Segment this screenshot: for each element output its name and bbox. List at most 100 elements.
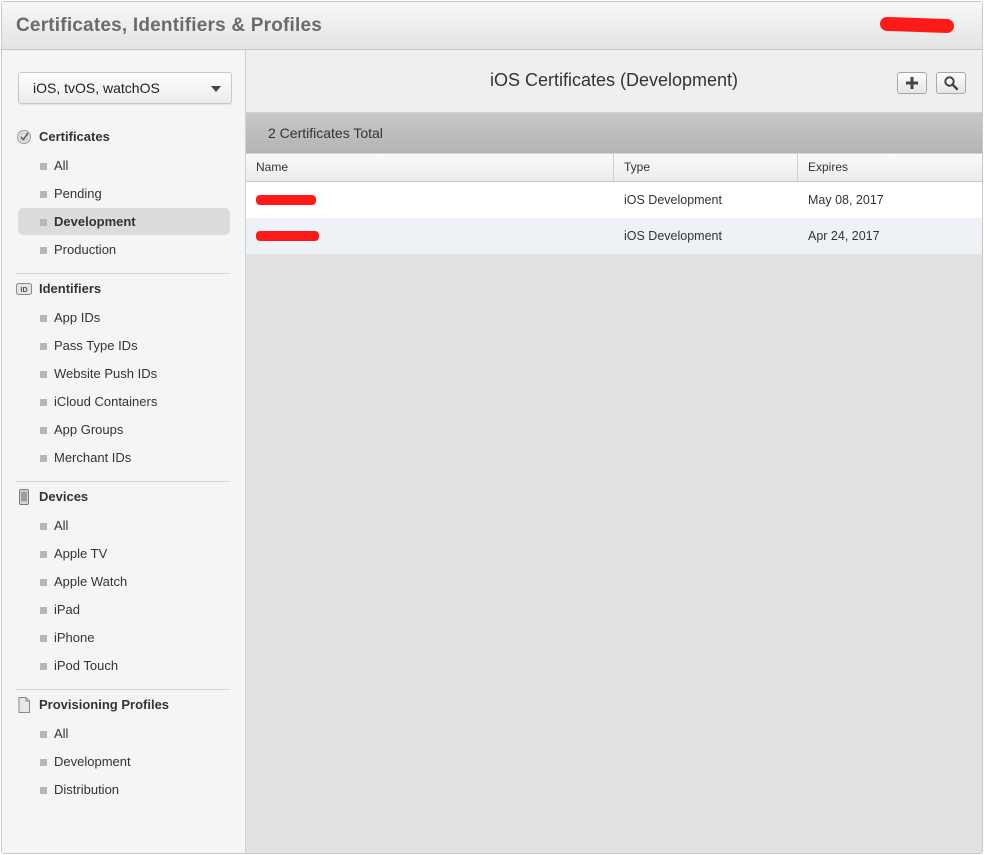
bullet <box>40 219 47 226</box>
sidebar-item-profiles-distribution[interactable]: Distribution <box>18 776 230 803</box>
sidebar-item-label: iPod Touch <box>54 658 119 673</box>
cell-expires: May 08, 2017 <box>808 193 884 207</box>
content-title: iOS Certificates (Development) <box>489 70 739 90</box>
redacted-name <box>256 195 316 205</box>
sidebar-item-ipod-touch[interactable]: iPod Touch <box>18 652 230 679</box>
chevron-down-icon <box>211 86 221 92</box>
redacted-name <box>256 231 319 241</box>
bullet <box>40 163 47 170</box>
sidebar-item-apple-tv[interactable]: Apple TV <box>18 540 230 567</box>
bullet <box>40 247 47 254</box>
sidebar-item-certificates-production[interactable]: Production <box>18 236 230 263</box>
cell-name <box>246 182 614 218</box>
summary-bar: 2 Certificates Total <box>246 113 982 153</box>
sidebar-item-label: All <box>54 158 69 173</box>
sidebar-item-label: Pass Type IDs <box>54 338 138 353</box>
bullet <box>40 191 47 198</box>
device-icon <box>19 489 29 505</box>
table-row[interactable]: iOS Development Apr 24, 2017 <box>246 218 982 254</box>
divider <box>16 481 230 482</box>
bullet <box>40 635 47 642</box>
sidebar-item-ipad[interactable]: iPad <box>18 596 230 623</box>
sidebar-item-certificates-development[interactable]: Development <box>18 208 230 235</box>
certificates-table: Name Type Expires iOS Development May 08… <box>246 153 982 254</box>
sidebar-item-app-groups[interactable]: App Groups <box>18 416 230 443</box>
page-header: Certificates, Identifiers & Profiles <box>2 2 982 50</box>
table-header: Name Type Expires <box>246 153 982 182</box>
id-badge-icon: ID <box>16 283 32 295</box>
sidebar-item-pass-type-ids[interactable]: Pass Type IDs <box>18 332 230 359</box>
search-icon <box>944 76 959 91</box>
bullet <box>40 371 47 378</box>
sidebar-item-apple-watch[interactable]: Apple Watch <box>18 568 230 595</box>
platform-select[interactable]: iOS, tvOS, watchOS <box>18 72 232 104</box>
sidebar-item-label: Development <box>54 214 136 229</box>
bullet <box>40 731 47 738</box>
section-title: Identifiers <box>39 281 102 296</box>
sidebar-item-label: Merchant IDs <box>54 450 132 465</box>
portal-window: Certificates, Identifiers & Profiles iOS… <box>1 1 983 854</box>
sidebar-item-icloud-containers[interactable]: iCloud Containers <box>18 388 230 415</box>
bullet <box>40 663 47 670</box>
sidebar-item-app-ids[interactable]: App IDs <box>18 304 230 331</box>
bullet <box>40 607 47 614</box>
sidebar-item-label: Production <box>54 242 117 257</box>
section-title: Certificates <box>39 129 110 144</box>
platform-select-value: iOS, tvOS, watchOS <box>33 80 160 96</box>
sidebar-item-label: App Groups <box>54 422 124 437</box>
bullet <box>40 579 47 586</box>
page-title: Certificates, Identifiers & Profiles <box>16 15 323 36</box>
column-header-expires[interactable]: Expires <box>798 154 982 181</box>
redacted-account-name <box>879 16 955 34</box>
document-icon <box>18 697 30 713</box>
sidebar-item-profiles-development[interactable]: Development <box>18 748 230 775</box>
sidebar-item-label: Pending <box>54 186 102 201</box>
bullet <box>40 551 47 558</box>
cell-name <box>246 218 614 254</box>
column-header-type[interactable]: Type <box>614 154 798 181</box>
bullet <box>40 343 47 350</box>
sidebar-item-label: Apple TV <box>54 546 108 561</box>
bullet <box>40 759 47 766</box>
plus-icon <box>906 77 918 89</box>
bullet <box>40 315 47 322</box>
content-header: iOS Certificates (Development) <box>246 50 982 113</box>
sidebar-item-label: iPhone <box>54 630 95 645</box>
main-content: iOS Certificates (Development) 2 Certifi… <box>246 50 982 853</box>
add-button[interactable] <box>897 72 927 94</box>
sidebar-item-certificates-all[interactable]: All <box>18 152 230 179</box>
sidebar-item-label: Development <box>54 754 131 769</box>
sidebar-item-label: All <box>54 518 69 533</box>
table-row[interactable]: iOS Development May 08, 2017 <box>246 182 982 218</box>
sidebar-item-label: Distribution <box>54 782 120 797</box>
sidebar-item-label: Apple Watch <box>54 574 128 589</box>
sidebar-item-label: Website Push IDs <box>54 366 158 381</box>
divider <box>16 273 230 274</box>
sidebar-item-merchant-ids[interactable]: Merchant IDs <box>18 444 230 471</box>
section-title: Provisioning Profiles <box>39 697 170 712</box>
sidebar-item-label: App IDs <box>54 310 101 325</box>
sidebar-item-website-push-ids[interactable]: Website Push IDs <box>18 360 230 387</box>
svg-text:ID: ID <box>21 287 28 294</box>
cell-type: iOS Development <box>624 229 722 243</box>
bullet <box>40 455 47 462</box>
cell-type: iOS Development <box>624 193 722 207</box>
divider <box>16 689 230 690</box>
sidebar-item-certificates-pending[interactable]: Pending <box>18 180 230 207</box>
bullet <box>40 523 47 530</box>
sidebar-item-profiles-all[interactable]: All <box>18 720 230 747</box>
sidebar-item-label: iCloud Containers <box>54 394 158 409</box>
certificate-count: 2 Certificates Total <box>268 125 383 141</box>
bullet <box>40 399 47 406</box>
sidebar-item-label: All <box>54 726 69 741</box>
bullet <box>40 787 47 794</box>
sidebar-item-devices-all[interactable]: All <box>18 512 230 539</box>
search-button[interactable] <box>936 72 966 94</box>
section-title: Devices <box>39 489 89 504</box>
sidebar-item-label: iPad <box>54 602 81 617</box>
column-header-name[interactable]: Name <box>246 154 614 181</box>
cell-expires: Apr 24, 2017 <box>808 229 880 243</box>
sidebar: iOS, tvOS, watchOS Certificates All Pend… <box>2 50 246 853</box>
bullet <box>40 427 47 434</box>
sidebar-item-iphone[interactable]: iPhone <box>18 624 230 651</box>
